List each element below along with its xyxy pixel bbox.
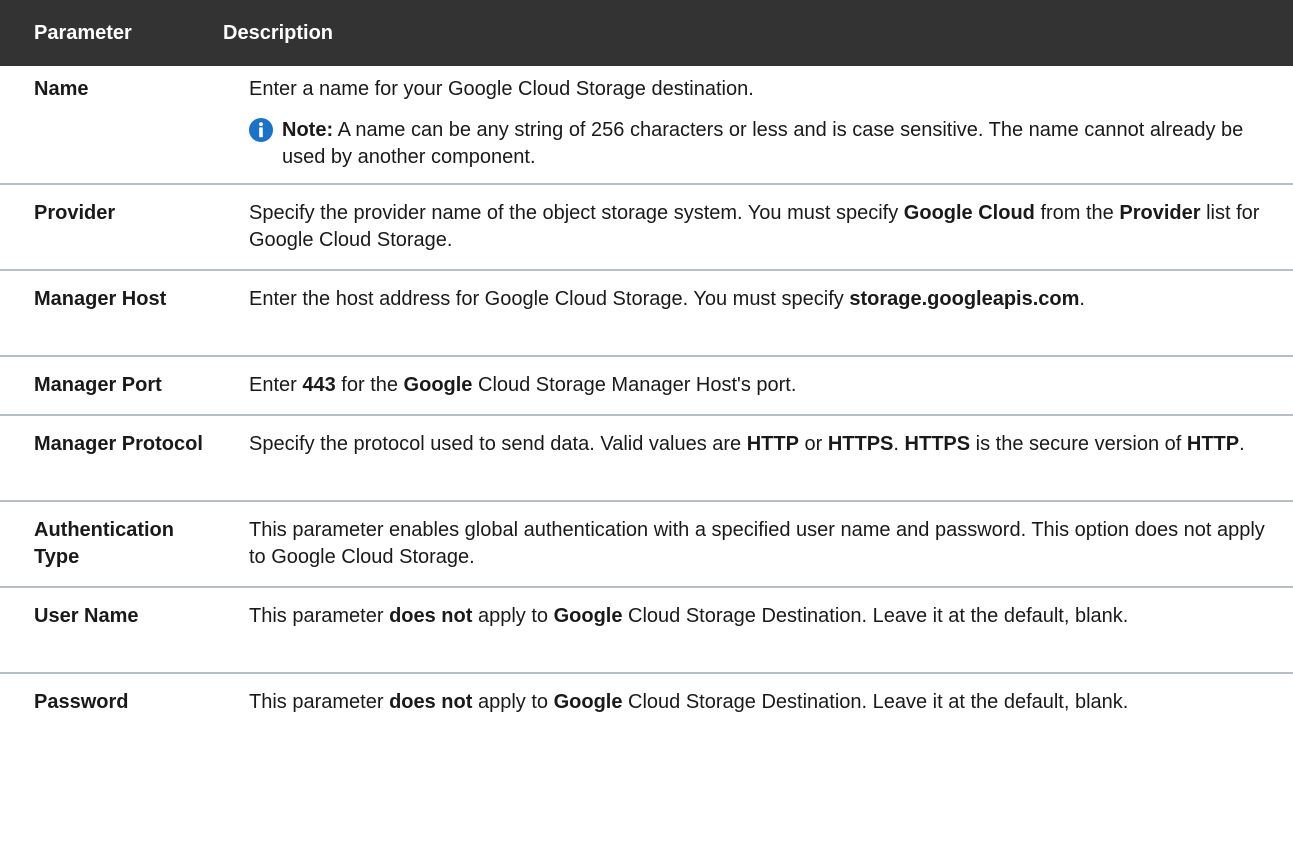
- parameter-description: This parameter does not apply to Google …: [249, 603, 1279, 672]
- note: Note: A name can be any string of 256 ch…: [249, 117, 1279, 171]
- parameter-description: Specify the protocol used to send data. …: [249, 431, 1279, 500]
- table-row: Name Enter a name for your Google Cloud …: [0, 66, 1293, 185]
- parameter-name: Name: [34, 78, 89, 100]
- parameter-name: Password: [34, 691, 129, 713]
- description-text: Enter a name for your Google Cloud Stora…: [249, 78, 754, 100]
- parameter-table: Parameter Description Name Enter a name …: [0, 0, 1293, 760]
- column-header-parameter: Parameter: [34, 21, 132, 44]
- description-text: This parameter enables global authentica…: [249, 519, 1265, 568]
- parameter-description: This parameter enables global authentica…: [249, 517, 1279, 586]
- table-row: Manager Protocol Specify the protocol us…: [0, 416, 1293, 502]
- description-text: Enter the host address for Google Cloud …: [249, 288, 1085, 310]
- table-row: Password This parameter does not apply t…: [0, 674, 1293, 760]
- parameter-name: Manager Port: [34, 374, 162, 396]
- parameter-description: Enter a name for your Google Cloud Stora…: [249, 76, 1279, 183]
- note-text: A name can be any string of 256 characte…: [282, 119, 1244, 168]
- description-text: Enter 443 for the Google Cloud Storage M…: [249, 374, 797, 396]
- parameter-name: Authentication Type: [34, 519, 174, 568]
- parameter-description: This parameter does not apply to Google …: [249, 689, 1279, 760]
- parameter-description: Specify the provider name of the object …: [249, 200, 1279, 269]
- parameter-name: Manager Protocol: [34, 433, 203, 455]
- parameter-name: Provider: [34, 202, 116, 224]
- column-header-description: Description: [223, 21, 334, 44]
- parameter-name: Manager Host: [34, 288, 167, 310]
- info-icon: [249, 118, 273, 142]
- table-row: Manager Host Enter the host address for …: [0, 271, 1293, 357]
- description-text: This parameter does not apply to Google …: [249, 691, 1129, 713]
- description-text: Specify the provider name of the object …: [249, 202, 1260, 251]
- description-text: This parameter does not apply to Google …: [249, 605, 1129, 627]
- description-text: Specify the protocol used to send data. …: [249, 433, 1245, 455]
- table-header: Parameter Description: [0, 0, 1293, 66]
- table-row: Manager Port Enter 443 for the Google Cl…: [0, 357, 1293, 416]
- note-label: Note:: [282, 119, 334, 141]
- table-row: User Name This parameter does not apply …: [0, 588, 1293, 674]
- table-row: Authentication Type This parameter enabl…: [0, 502, 1293, 588]
- parameter-description: Enter 443 for the Google Cloud Storage M…: [249, 372, 1279, 414]
- parameter-description: Enter the host address for Google Cloud …: [249, 286, 1279, 355]
- parameter-name: User Name: [34, 605, 139, 627]
- table-row: Provider Specify the provider name of th…: [0, 185, 1293, 271]
